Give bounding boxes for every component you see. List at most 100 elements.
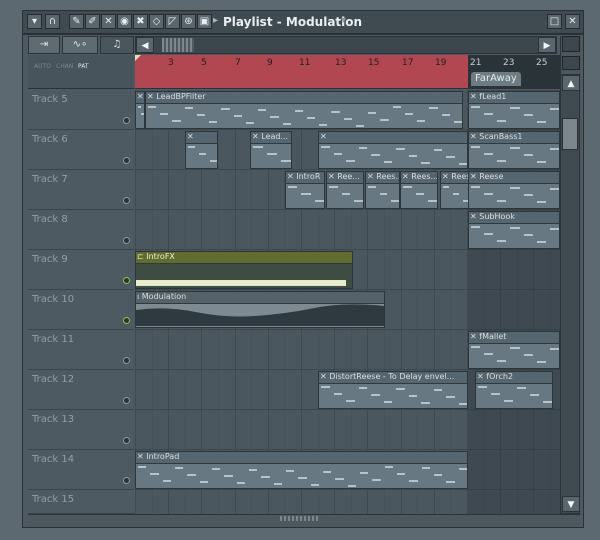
modulation-waveform <box>136 304 384 326</box>
ruler-number: 11 <box>299 58 311 68</box>
slice-tool-icon[interactable]: ◇ <box>149 14 164 29</box>
ruler-number: 23 <box>503 58 515 68</box>
note-mark <box>510 347 520 349</box>
note-mark <box>497 240 507 242</box>
note-mark <box>245 122 255 124</box>
playlist-clip[interactable]: ✕ Ree... <box>326 171 364 209</box>
snap-button[interactable] <box>562 36 580 52</box>
clip-title: ✕ Ree... <box>327 172 363 184</box>
note-mark <box>429 107 438 109</box>
playlist-clip[interactable]: ✕ Rees... <box>365 171 400 209</box>
menu-arrow-icon[interactable]: ▾ <box>27 14 42 29</box>
track-header[interactable]: Track 5 <box>28 90 134 130</box>
automation-view-button[interactable]: ∿∘ <box>62 36 98 54</box>
maximize-icon[interactable]: □ <box>547 14 562 29</box>
audio-view-button[interactable]: ♫ <box>100 36 134 54</box>
slip-tool-icon[interactable]: ✖ <box>133 14 148 29</box>
track-header[interactable]: Track 6 <box>28 130 134 170</box>
note-mark <box>428 200 437 202</box>
resize-grip-icon[interactable] <box>280 516 320 521</box>
scroll-right-button[interactable]: ▶ <box>538 37 556 53</box>
note-mark <box>404 113 414 115</box>
track-enable-icon[interactable] <box>123 317 130 324</box>
playhead-icon[interactable] <box>135 55 141 61</box>
playlist-clip[interactable]: ✕ fLead1 <box>468 91 560 129</box>
snap-minus-button[interactable] <box>562 56 580 70</box>
mode-pat[interactable]: PAT <box>78 63 89 70</box>
delete-tool-icon[interactable]: ✕ <box>101 14 116 29</box>
note-mark <box>249 469 258 471</box>
playlist-clip[interactable]: ⊏ IntroFX <box>135 251 353 289</box>
playlist-window: ▾ ∩ ✎ ✐ ✕ ◉ ✖ ◇ ◸ ⊛ ▣ ▸ Playlist - Modul… <box>0 0 600 540</box>
playlist-clip[interactable]: ✕ Ii <box>135 91 145 129</box>
track-enable-icon[interactable] <box>123 117 130 124</box>
scroll-thumb[interactable] <box>162 38 194 52</box>
playlist-clip[interactable]: ✕ fMallet <box>468 331 560 369</box>
pattern-view-button[interactable]: ⇥ <box>28 36 60 54</box>
horizontal-scrollbar[interactable]: ◀ ▶ <box>135 36 557 54</box>
playlist-clip[interactable]: ✕ Rees... <box>400 171 438 209</box>
playlist-grid[interactable]: ✕ Ii✕ LeadBPFilter ✕ fLead1 ✕ ✕ Lead... ✕ ✕… <box>135 90 560 514</box>
clip-notes <box>319 144 467 168</box>
close-icon[interactable]: ✕ <box>565 14 580 29</box>
track-header[interactable]: Track 14 <box>28 450 134 490</box>
playlist-clip[interactable]: ✕ Rees... <box>440 171 470 209</box>
track-header[interactable]: Track 10 <box>28 290 134 330</box>
playback-tool-icon[interactable]: ▣ <box>197 14 212 29</box>
track-enable-icon[interactable] <box>123 437 130 444</box>
track-header[interactable]: Track 8 <box>28 210 134 250</box>
draw-tool-icon[interactable]: ✎ <box>69 14 84 29</box>
track-enable-icon[interactable] <box>123 357 130 364</box>
note-mark <box>458 468 467 470</box>
playlist-clip[interactable]: ✕ <box>185 131 218 169</box>
track-enable-icon[interactable] <box>123 237 130 244</box>
magnet-icon[interactable]: ∩ <box>45 14 60 29</box>
track-header[interactable]: Track 13 <box>28 410 134 450</box>
note-mark <box>523 234 533 236</box>
track-header[interactable]: Track 7 <box>28 170 134 210</box>
note-mark <box>458 403 467 405</box>
playlist-clip[interactable]: ✕ IntroPad <box>135 451 468 489</box>
note-mark <box>453 193 459 195</box>
playlist-clip[interactable]: ✕ SubHook <box>468 211 560 249</box>
mode-chan[interactable]: CHAN <box>56 63 73 70</box>
title-bar[interactable]: ▾ ∩ ✎ ✐ ✕ ◉ ✖ ◇ ◸ ⊛ ▣ ▸ Playlist - Modul… <box>22 10 584 34</box>
mode-auto[interactable]: AUTO <box>34 63 51 70</box>
playlist-clip[interactable]: ✕ DistortReese - To Delay envel... <box>318 371 468 409</box>
scroll-up-button[interactable]: ▲ <box>562 75 580 91</box>
track-header[interactable]: Track 9 <box>28 250 134 290</box>
title-dropdown-icon[interactable]: ▾ <box>341 15 346 26</box>
note-mark <box>510 187 520 189</box>
ruler-number: 3 <box>168 58 174 68</box>
note-mark <box>543 401 552 403</box>
note-mark <box>233 115 242 117</box>
playlist-clip[interactable]: ✕ Reese <box>468 171 560 209</box>
playlist-clip[interactable]: ✕ IntroR <box>285 171 325 209</box>
track-enable-icon[interactable] <box>123 157 130 164</box>
note-mark <box>491 393 500 395</box>
playlist-clip[interactable]: ✕ fOrch2 <box>475 371 553 409</box>
scroll-down-button[interactable]: ▼ <box>562 496 580 512</box>
track-enable-icon[interactable] <box>123 197 130 204</box>
playlist-clip[interactable]: ı Modulation <box>135 291 385 328</box>
playlist-clip[interactable]: ✕ <box>318 131 468 169</box>
note-mark <box>379 193 388 195</box>
zoom-tool-icon[interactable]: ⊛ <box>181 14 196 29</box>
mute-tool-icon[interactable]: ◉ <box>117 14 132 29</box>
note-mark <box>298 477 307 479</box>
track-header[interactable]: Track 11 <box>28 330 134 370</box>
track-enable-icon[interactable] <box>123 477 130 484</box>
paint-tool-icon[interactable]: ✐ <box>85 14 100 29</box>
track-enable-icon[interactable] <box>123 397 130 404</box>
playlist-clip[interactable]: ✕ ScanBass1 <box>468 131 560 169</box>
track-enable-icon[interactable] <box>123 277 130 284</box>
track-header[interactable]: Track 15 <box>28 490 134 514</box>
track-header[interactable]: Track 12 <box>28 370 134 410</box>
playlist-clip[interactable]: ✕ LeadBPFilter <box>145 91 463 129</box>
select-tool-icon[interactable]: ◸ <box>165 14 180 29</box>
scroll-left-button[interactable]: ◀ <box>136 37 154 53</box>
playlist-clip[interactable]: ✕ Lead... <box>250 131 292 169</box>
vertical-scroll-thumb[interactable] <box>562 118 578 150</box>
clip-notes <box>469 144 559 168</box>
time-marker[interactable]: FarAway <box>471 72 521 86</box>
